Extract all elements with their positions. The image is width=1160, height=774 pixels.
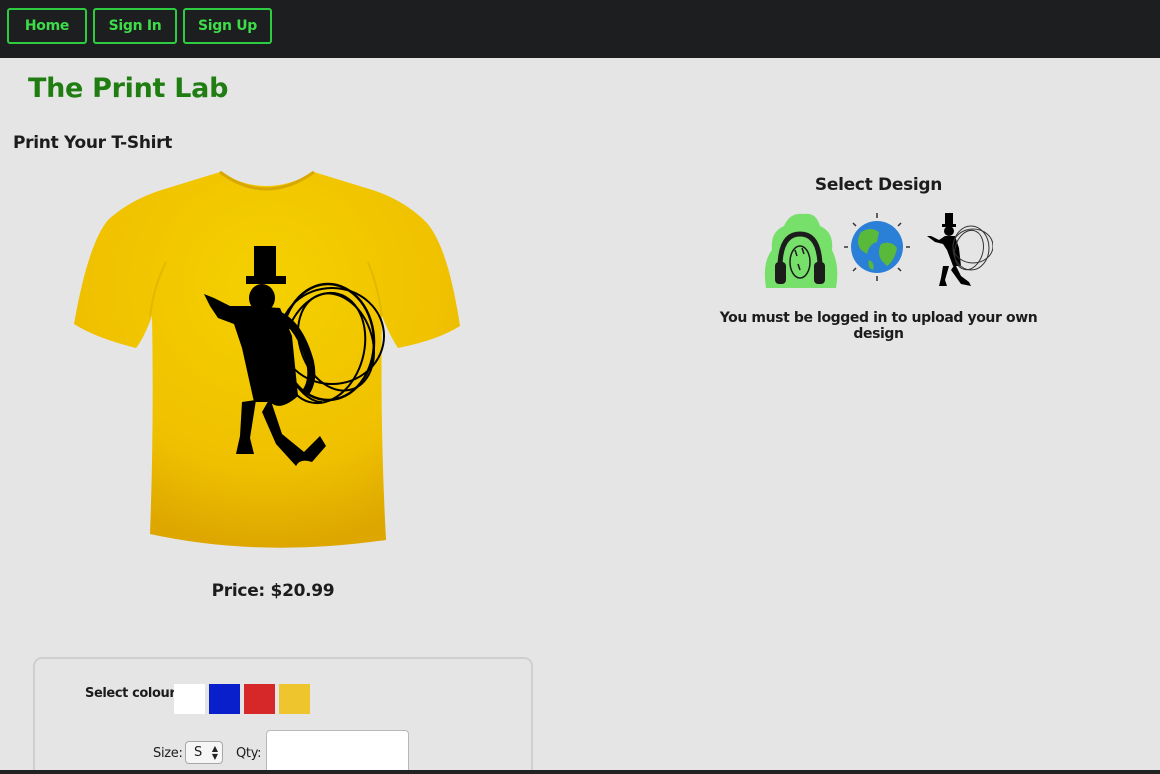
brand-title: The Print Lab <box>28 73 229 104</box>
qty-label: Qty: <box>236 746 262 761</box>
upload-login-note: You must be logged in to upload your own… <box>719 310 1038 342</box>
dancer-design-icon <box>927 213 994 286</box>
home-button[interactable]: Home <box>7 8 87 44</box>
select-design-heading: Select Design <box>814 175 943 195</box>
select-arrows-icon: ▲ ▼ <box>211 744 218 761</box>
qty-input[interactable] <box>266 730 409 774</box>
size-select[interactable]: S ▲ ▼ <box>185 741 223 764</box>
size-value: S <box>194 745 203 760</box>
sign-in-button[interactable]: Sign In <box>93 8 177 44</box>
size-label: Size: <box>153 746 183 761</box>
editor-heading: Print Your T-Shirt <box>13 133 173 153</box>
tshirt-icon <box>74 170 460 548</box>
bottom-edge <box>0 770 1160 774</box>
colour-swatch-red[interactable] <box>244 684 275 714</box>
top-nav: Home Sign In Sign Up <box>0 0 1160 58</box>
price-label: Price: $20.99 <box>211 581 335 601</box>
tshirt-preview <box>70 166 464 558</box>
headphones-design-icon <box>764 213 838 288</box>
sign-up-button[interactable]: Sign Up <box>183 8 272 44</box>
colour-swatch-blue[interactable] <box>209 684 240 714</box>
colour-label: Select colour: <box>85 686 181 701</box>
globe-design-icon <box>844 213 910 281</box>
colour-swatch-white[interactable] <box>174 684 205 714</box>
design-option-globe[interactable] <box>843 210 911 288</box>
design-option-headphones[interactable] <box>762 210 838 288</box>
design-option-dancer[interactable] <box>917 210 994 288</box>
colour-swatch-yellow[interactable] <box>279 684 310 714</box>
